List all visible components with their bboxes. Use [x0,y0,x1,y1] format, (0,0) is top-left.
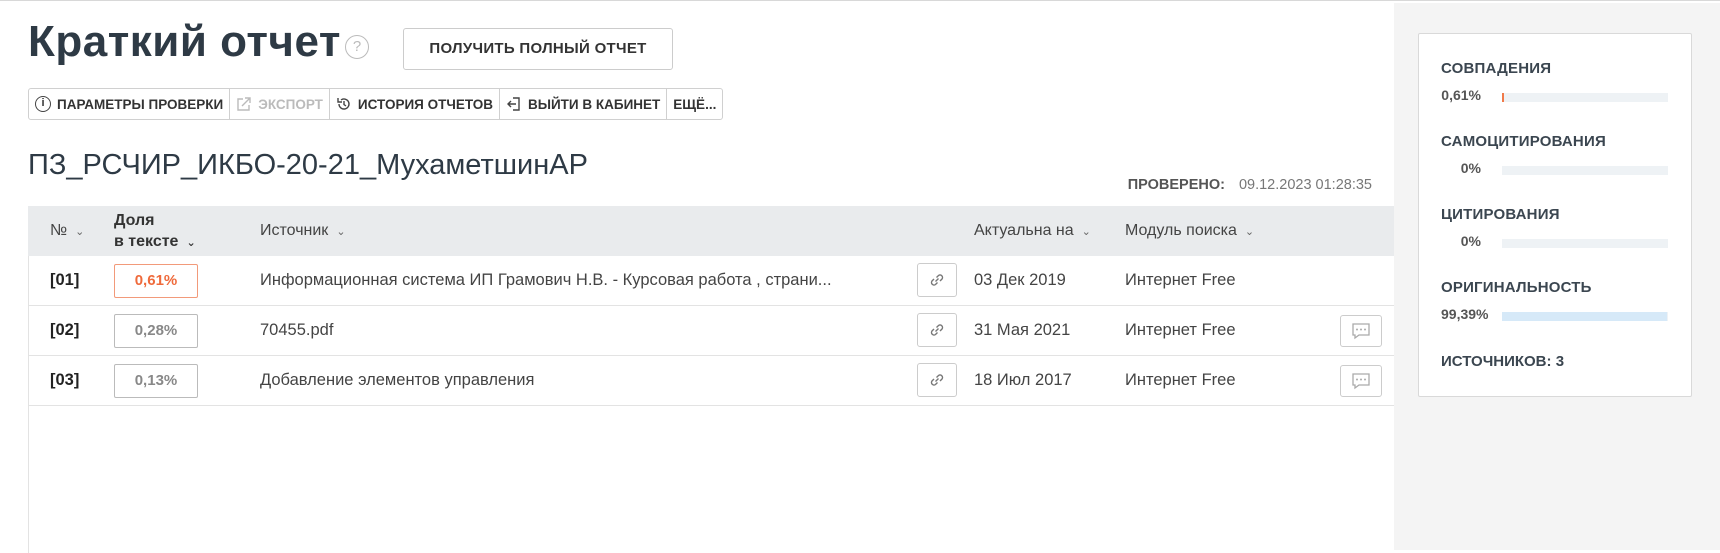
chevron-down-icon: ⌄ [336,226,346,238]
col-num-label: № [50,222,68,239]
self-citations-bar [1502,166,1668,175]
sources-label: ИСТОЧНИКОВ: [1441,353,1552,370]
matches-label: СОВПАДЕНИЯ [1441,60,1552,77]
citations-stat: ЦИТИРОВАНИЯ 0% [1441,206,1671,249]
exit-to-cabinet-button[interactable]: ВЫЙТИ В КАБИНЕТ [500,89,668,119]
search-module: Интернет Free [1125,321,1236,339]
more-button[interactable]: ЕЩЁ... [667,89,722,119]
chevron-down-icon: ⌄ [1244,226,1255,238]
table-header: № ⌄ Доля в тексте ⌄ Источник ⌄ Актуальна на… [28,206,1394,256]
originality-value: 99,39% [1441,306,1489,322]
citations-value: 0% [1460,233,1481,249]
originality-bar-fill [1502,312,1667,321]
col-module-header[interactable]: Модуль поиска ⌄ [1125,222,1254,240]
col-num-header[interactable]: № ⌄ [50,222,84,240]
citations-bar [1502,239,1668,248]
checked-date: 09.12.2023 01:28:35 [1238,177,1372,193]
comment-icon[interactable] [1340,315,1382,347]
report-history-button[interactable]: ИСТОРИЯ ОТЧЕТОВ [330,89,501,119]
export-icon [236,96,252,112]
self-citations-stat: САМОЦИТИРОВАНИЯ 0% [1441,133,1671,176]
table-row[interactable]: [01] 0,61% Информационная система ИП Гра… [28,256,1394,306]
col-share-header[interactable]: Доля в тексте ⌄ [114,210,196,254]
row-number: [01] [50,271,80,289]
search-module: Интернет Free [1125,271,1236,289]
chevron-down-icon: ⌄ [75,226,85,238]
get-full-report-button[interactable]: ПОЛУЧИТЬ ПОЛНЫЙ ОТЧЕТ [403,28,673,70]
chevron-down-icon: ⌄ [1081,226,1091,238]
originality-label: ОРИГИНАЛЬНОСТЬ [1441,279,1592,296]
source-title[interactable]: Информационная система ИП Грамович Н.В. … [260,271,832,290]
col-share-label-2: в тексте [114,233,179,250]
export-label: ЭКСПОРТ [258,96,323,112]
self-citations-label: САМОЦИТИРОВАНИЯ [1441,133,1606,150]
checked-label: ПРОВЕРЕНО: [1127,177,1225,193]
table-left-border [28,256,29,553]
sources-table: № ⌄ Доля в тексте ⌄ Источник ⌄ Актуальна на… [28,206,1394,406]
self-citations-value: 0% [1460,160,1481,176]
sources-count: ИСТОЧНИКОВ: 3 [1441,353,1564,370]
share-badge[interactable]: 0,13% [114,364,198,398]
matches-value: 0,61% [1441,87,1481,103]
report-main: Краткий отчет ? ПОЛУЧИТЬ ПОЛНЫЙ ОТЧЕТ i … [0,3,1394,553]
summary-panel: СОВПАДЕНИЯ 0,61% САМОЦИТИРОВАНИЯ 0% ЦИТИ… [1418,33,1692,397]
info-icon: i [35,96,51,112]
matches-stat: СОВПАДЕНИЯ 0,61% [1441,60,1671,103]
actual-date: 31 Мая 2021 [974,321,1071,339]
link-icon[interactable] [917,263,957,297]
chevron-down-icon: ⌄ [186,237,196,249]
checked-info: ПРОВЕРЕНО: 09.12.2023 01:28:35 [1128,177,1372,193]
report-history-label: ИСТОРИЯ ОТЧЕТОВ [357,96,494,112]
table-row[interactable]: [03] 0,13% Добавление элементов управлен… [28,356,1394,406]
document-name: ПЗ_РСЧИР_ИКБО-20-21_МухаметшинАР [28,149,588,181]
check-params-button[interactable]: i ПАРАМЕТРЫ ПРОВЕРКИ [29,89,231,119]
originality-bar [1502,312,1668,321]
col-source-header[interactable]: Источник ⌄ [260,222,346,240]
sources-value: 3 [1555,353,1565,370]
matches-bar [1502,93,1668,102]
matches-bar-fill [1502,93,1504,102]
actual-date: 18 Июл 2017 [974,371,1072,389]
table-row[interactable]: [02] 0,28% 70455.pdf 31 Мая 2021 Интерне… [28,306,1394,356]
actual-date: 03 Дек 2019 [974,271,1066,289]
share-badge[interactable]: 0,61% [114,264,198,298]
comment-icon[interactable] [1340,365,1382,397]
col-source-label: Источник [260,222,329,239]
row-number: [02] [50,321,80,339]
originality-stat: ОРИГИНАЛЬНОСТЬ 99,39% [1441,279,1671,322]
help-icon[interactable]: ? [345,35,369,59]
citations-label: ЦИТИРОВАНИЯ [1441,206,1560,223]
share-badge[interactable]: 0,28% [114,314,198,348]
report-toolbar: i ПАРАМЕТРЫ ПРОВЕРКИ ЭКСПОРТ ИСТОРИЯ ОТЧ… [28,88,724,120]
exit-to-cabinet-label: ВЫЙТИ В КАБИНЕТ [528,96,661,112]
col-share-label-1: Доля [114,212,155,229]
search-module: Интернет Free [1125,371,1236,389]
link-icon[interactable] [917,363,957,397]
col-actual-label: Актуальна на [974,222,1074,239]
logout-icon [506,96,522,112]
check-params-label: ПАРАМЕТРЫ ПРОВЕРКИ [57,96,224,112]
page-title: Краткий отчет [28,17,341,66]
source-title[interactable]: Добавление элементов управления [260,371,534,390]
link-icon[interactable] [917,313,957,347]
col-actual-header[interactable]: Актуальна на ⌄ [974,222,1091,240]
source-title[interactable]: 70455.pdf [260,321,333,340]
history-icon [336,96,352,112]
col-module-label: Модуль поиска [1125,222,1237,239]
row-number: [03] [50,371,80,389]
export-button[interactable]: ЭКСПОРТ [230,89,330,119]
